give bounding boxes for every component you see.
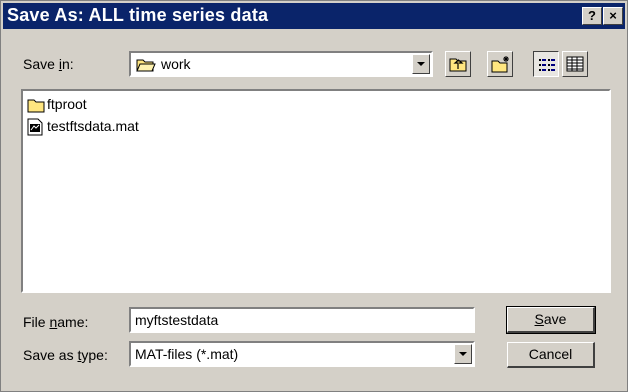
details-view-icon (566, 56, 584, 75)
chevron-down-icon[interactable] (454, 344, 472, 364)
chevron-down-icon[interactable] (412, 54, 430, 74)
save-as-type-label: Save as type: (23, 347, 108, 363)
save-as-type-value: MAT-files (*.mat) (135, 346, 239, 362)
mat-file-icon (27, 118, 43, 139)
save-in-label: Save in: (23, 56, 74, 72)
up-one-level-icon (449, 55, 467, 76)
file-name-text: ftproot (47, 96, 87, 112)
file-name-input[interactable]: myftstestdata (129, 307, 475, 333)
create-new-folder-icon (491, 55, 511, 76)
save-in-dropdown[interactable]: work (129, 51, 433, 77)
title-bar[interactable]: Save As: ALL time series data ? × (3, 3, 625, 29)
save-button[interactable]: Save (506, 306, 596, 334)
create-new-folder-button[interactable] (487, 51, 513, 77)
file-name-text: testftsdata.mat (47, 118, 139, 134)
file-name-label: File name: (23, 314, 89, 330)
save-in-value: work (161, 56, 191, 72)
help-button[interactable]: ? (582, 7, 602, 25)
list-view-button[interactable] (533, 51, 559, 77)
folder-open-icon (136, 57, 156, 73)
details-view-button[interactable] (562, 51, 588, 77)
file-list[interactable]: ftproot testftsdata.mat (21, 89, 611, 293)
close-button[interactable]: × (603, 7, 623, 25)
folder-icon (27, 97, 45, 116)
file-name-value: myftstestdata (135, 312, 219, 328)
cancel-button[interactable]: Cancel (507, 342, 595, 368)
save-as-dialog: Save As: ALL time series data ? × Save i… (0, 0, 628, 392)
up-one-level-button[interactable] (445, 51, 471, 77)
window-title: Save As: ALL time series data (7, 5, 269, 25)
list-view-icon (538, 57, 556, 76)
save-as-type-dropdown[interactable]: MAT-files (*.mat) (129, 341, 475, 367)
